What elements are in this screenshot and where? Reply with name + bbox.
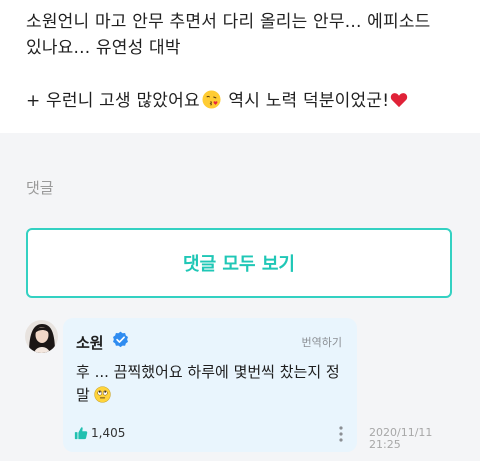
post-text-line-1: 소원언니 마고 안무 추면서 다리 올리는 안무... 에피소드: [26, 12, 431, 32]
comment-body: 후 ... 끔찍했어요 하루에 몇번씩 찼는지 정말: [76, 363, 340, 404]
like-count: 1,405: [91, 426, 126, 440]
comment-timestamp: 2020/11/11 21:25: [369, 427, 449, 451]
avatar[interactable]: [25, 320, 58, 353]
translate-link[interactable]: 번역하기: [302, 334, 342, 350]
post-card: 소원언니 마고 안무 추면서 다리 올리는 안무... 에피소드 있나요... …: [0, 0, 480, 133]
red-heart-icon: [391, 93, 408, 108]
face-with-rolling-eyes-icon: [94, 386, 111, 403]
face-blowing-kiss-icon: [202, 90, 221, 109]
post-text-line-3-end: 역시 노력 덕분이었군!: [222, 91, 390, 111]
avatar-image: [25, 320, 58, 353]
verified-badge-icon: [113, 331, 128, 348]
thumbs-up-icon: [74, 427, 88, 440]
more-vertical-icon[interactable]: [334, 424, 348, 444]
post-text-line-2: 있나요... 유연성 대박: [26, 38, 181, 58]
view-all-comments-button[interactable]: 댓글 모두 보기: [26, 228, 452, 298]
post-text-line-3: + 우런니 고생 많았어요 역시 노력 덕분이었군!: [26, 89, 408, 113]
comment-bubble: 소원 번역하기 후 ... 끔찍했어요 하루에 몇번씩 찼는지 정말 1,405: [63, 318, 357, 452]
comment-author[interactable]: 소원: [76, 332, 104, 353]
like-button[interactable]: 1,405: [74, 426, 125, 440]
comment-text: 후 ... 끔찍했어요 하루에 몇번씩 찼는지 정말: [76, 361, 346, 407]
post-text-line-3-start: + 우런니 고생 많았어요: [26, 91, 200, 111]
comments-section-label: 댓글: [26, 179, 54, 197]
comment-time: 21:25: [369, 438, 401, 451]
